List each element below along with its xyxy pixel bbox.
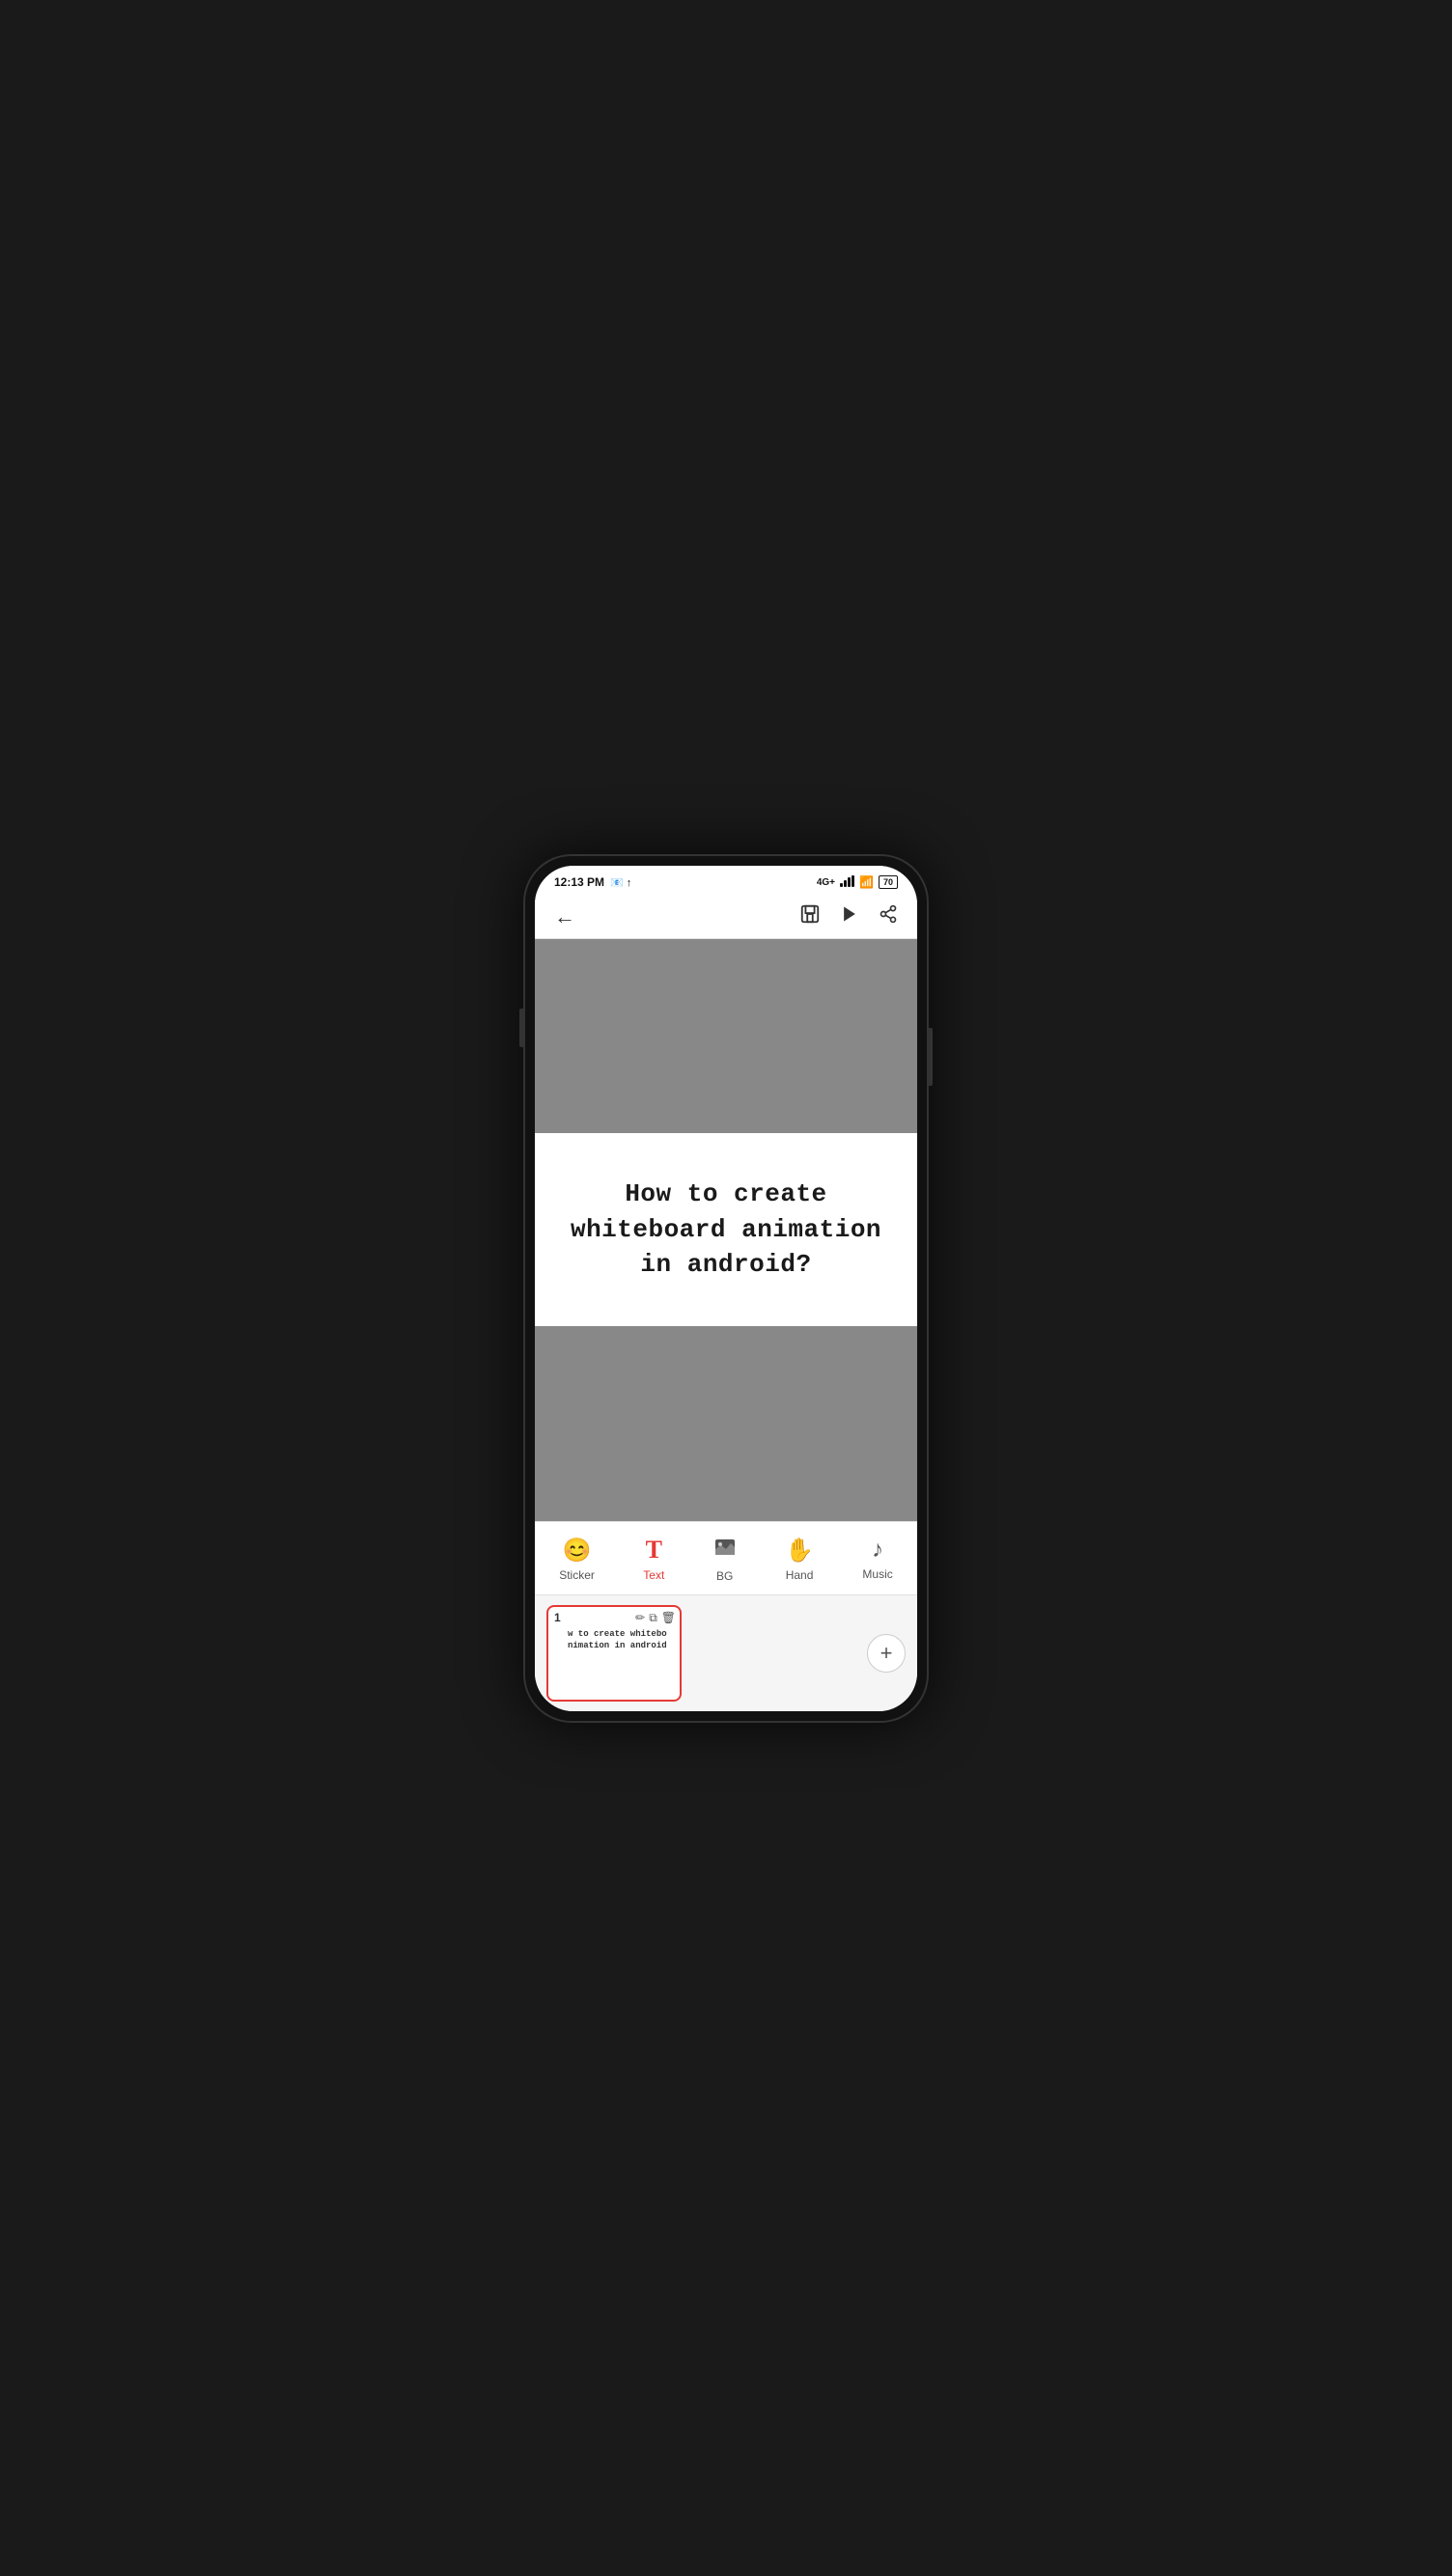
save-button[interactable] bbox=[799, 903, 821, 930]
slide-edit-icon[interactable]: ✏ bbox=[635, 1611, 645, 1624]
phone-frame: 12:13 PM 📧 ↑ 4G+ 📶 70 bbox=[523, 854, 929, 1723]
share-button[interactable] bbox=[879, 904, 898, 929]
toolbar-hand[interactable]: ✋ Hand bbox=[775, 1533, 824, 1586]
hand-label: Hand bbox=[786, 1568, 814, 1582]
top-navigation: ← bbox=[535, 896, 917, 939]
gray-strip-bottom bbox=[535, 1326, 917, 1521]
bottom-toolbar: 😊 Sticker T Text BG ✋ Hand bbox=[535, 1521, 917, 1594]
slides-strip: 1 ✏ ⧉ 🗑 w to create whitebonimation in a… bbox=[535, 1594, 917, 1711]
phone-screen: 12:13 PM 📧 ↑ 4G+ 📶 70 bbox=[535, 866, 917, 1711]
music-icon: ♪ bbox=[872, 1537, 883, 1564]
music-label: Music bbox=[862, 1567, 892, 1581]
bg-label: BG bbox=[716, 1569, 733, 1583]
slide-delete-icon[interactable]: 🗑 bbox=[661, 1611, 676, 1624]
battery-icon: 70 bbox=[879, 875, 898, 889]
hand-icon: ✋ bbox=[785, 1537, 814, 1565]
volume-button bbox=[519, 1009, 523, 1047]
slide-copy-icon[interactable]: ⧉ bbox=[649, 1611, 657, 1625]
toolbar-bg[interactable]: BG bbox=[704, 1532, 746, 1587]
canvas-title-text: How to create whiteboard animation in an… bbox=[554, 1177, 898, 1282]
slide-item-1[interactable]: 1 ✏ ⧉ 🗑 w to create whitebonimation in a… bbox=[546, 1605, 682, 1702]
text-icon: T bbox=[646, 1536, 662, 1565]
toolbar-music[interactable]: ♪ Music bbox=[852, 1533, 902, 1585]
status-right: 4G+ 📶 70 bbox=[817, 875, 898, 890]
carrier-label: 4G+ bbox=[817, 877, 835, 888]
sticker-label: Sticker bbox=[559, 1568, 595, 1582]
status-bar: 12:13 PM 📧 ↑ 4G+ 📶 70 bbox=[535, 866, 917, 896]
status-left: 12:13 PM 📧 ↑ bbox=[554, 875, 631, 889]
back-button[interactable]: ← bbox=[554, 904, 575, 929]
nav-right bbox=[799, 903, 898, 930]
add-slide-button[interactable]: + bbox=[867, 1634, 906, 1673]
power-button bbox=[929, 1028, 933, 1086]
slide-controls-1: ✏ ⧉ 🗑 bbox=[635, 1611, 676, 1625]
toolbar-sticker[interactable]: 😊 Sticker bbox=[549, 1533, 604, 1586]
toolbar-text[interactable]: T Text bbox=[633, 1532, 674, 1586]
notification-icons: 📧 ↑ bbox=[610, 876, 631, 889]
play-button[interactable] bbox=[840, 904, 859, 929]
text-label: Text bbox=[643, 1568, 664, 1582]
canvas-area: How to create whiteboard animation in an… bbox=[535, 939, 917, 1521]
sticker-icon: 😊 bbox=[563, 1537, 592, 1565]
wifi-icon: 📶 bbox=[859, 875, 874, 889]
white-canvas[interactable]: How to create whiteboard animation in an… bbox=[535, 1133, 917, 1326]
slide-number-1: 1 bbox=[554, 1611, 561, 1624]
nav-left: ← bbox=[554, 904, 575, 929]
bg-icon bbox=[713, 1536, 737, 1565]
signal-icon bbox=[840, 875, 854, 890]
gray-strip-top bbox=[535, 939, 917, 1134]
status-time: 12:13 PM bbox=[554, 875, 604, 889]
